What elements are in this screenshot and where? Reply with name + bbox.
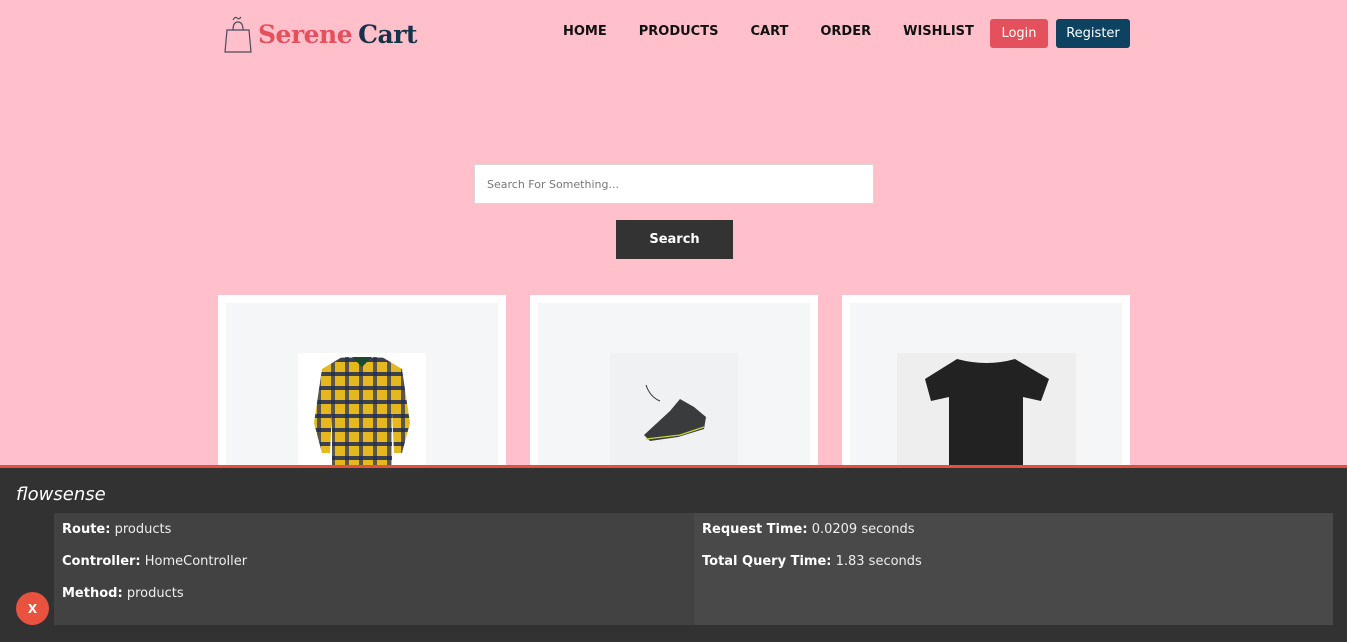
debug-bar-title: flowsense	[16, 484, 106, 505]
plaid-shirt-image	[298, 353, 426, 473]
nav-products[interactable]: PRODUCTS	[639, 24, 719, 39]
debug-request-time-value: 0.0209 seconds	[811, 522, 915, 537]
debug-query-time-value: 1.83 seconds	[835, 554, 922, 569]
main-nav: HOME PRODUCTS CART ORDER WISHLIST	[563, 24, 1006, 39]
debug-request-time: Request Time: 0.0209 seconds	[702, 522, 914, 537]
tshirt-image	[897, 353, 1076, 473]
shopping-bag-icon	[224, 16, 252, 53]
nav-home[interactable]: HOME	[563, 24, 607, 39]
login-button[interactable]: Login	[990, 19, 1048, 48]
debug-query-time-label: Total Query Time:	[702, 554, 832, 569]
debug-method-label: Method:	[62, 586, 123, 601]
sneaker-image	[610, 353, 738, 473]
debug-panel-timing: Request Time: 0.0209 seconds Total Query…	[694, 513, 1333, 625]
nav-wishlist[interactable]: WISHLIST	[903, 24, 974, 39]
debug-controller: Controller: HomeController	[62, 554, 247, 569]
site-header: Serene Cart HOME PRODUCTS CART ORDER WISH…	[0, 0, 1347, 66]
debug-bar-close-button[interactable]: X	[16, 592, 49, 625]
debug-method-value: products	[126, 586, 184, 601]
nav-order[interactable]: ORDER	[820, 24, 871, 39]
debug-panel-request-info: Route: products Controller: HomeControll…	[54, 513, 694, 625]
debug-method: Method: products	[62, 586, 184, 601]
debug-query-time: Total Query Time: 1.83 seconds	[702, 554, 922, 569]
search-input[interactable]	[474, 164, 874, 204]
debug-bar: flowsense Route: products Controller: Ho…	[0, 465, 1347, 642]
brand-logo[interactable]: Serene Cart	[224, 14, 417, 54]
debug-controller-label: Controller:	[62, 554, 141, 569]
debug-route-label: Route:	[62, 522, 111, 537]
debug-controller-value: HomeController	[144, 554, 248, 569]
nav-cart[interactable]: CART	[750, 24, 788, 39]
search-button[interactable]: Search	[616, 220, 733, 259]
register-button[interactable]: Register	[1056, 19, 1130, 48]
debug-route: Route: products	[62, 522, 171, 537]
brand-name-part2: Cart	[358, 19, 417, 49]
debug-route-value: products	[114, 522, 172, 537]
brand-name-part1: Serene	[258, 19, 353, 49]
debug-request-time-label: Request Time:	[702, 522, 808, 537]
